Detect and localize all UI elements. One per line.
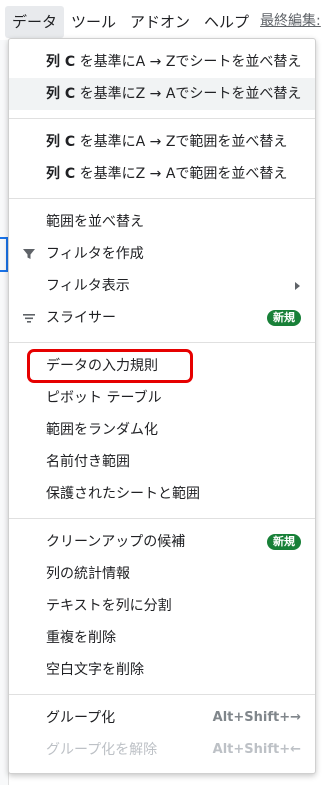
menu-item-sort-sheet-az[interactable]: 列 C を基準にA → Zでシートを並べ替え — [9, 46, 315, 78]
menu-item-label: 空白文字を削除 — [46, 662, 144, 678]
menu-item-sort-range-az[interactable]: 列 C を基準にA → Zで範囲を並べ替え — [9, 126, 315, 158]
menu-item-split-text[interactable]: テキストを列に分割 — [9, 590, 315, 622]
menu-separator — [9, 342, 315, 343]
menubar-help[interactable]: ヘルプ — [197, 6, 256, 38]
menu-item-label: 範囲を並べ替え — [46, 214, 144, 230]
menu-item-sort-sheet-za[interactable]: 列 C を基準にZ → Aでシートを並べ替え — [9, 78, 315, 110]
menu-separator — [9, 694, 315, 695]
menu-separator — [9, 518, 315, 519]
data-menu-dropdown: 列 C を基準にA → Zでシートを並べ替え 列 C を基準にZ → Aでシート… — [8, 38, 316, 774]
menu-item-protected-sheets[interactable]: 保護されたシートと範囲 — [9, 478, 315, 510]
menu-item-label: フィルタ表示 — [46, 278, 130, 294]
menu-item-label: 列 C を基準にZ → Aでシートを並べ替え — [46, 86, 302, 102]
menu-item-slicer[interactable]: スライサー 新規 — [9, 302, 315, 334]
menu-separator — [9, 198, 315, 199]
menu-item-sort-range[interactable]: 範囲を並べ替え — [9, 206, 315, 238]
menu-item-pivot-table[interactable]: ピボット テーブル — [9, 382, 315, 414]
menu-item-ungroup: グループ化を解除 Alt+Shift+← — [9, 734, 315, 766]
menu-item-remove-duplicates[interactable]: 重複を削除 — [9, 622, 315, 654]
menubar: データ ツール アドオン ヘルプ 最終編集: — [0, 0, 326, 40]
menu-item-label: クリーンアップの候補 — [46, 534, 186, 550]
highlight-box — [27, 349, 193, 383]
menu-item-label: グループ化を解除 — [46, 742, 158, 758]
new-badge: 新規 — [267, 534, 301, 550]
shortcut-label: Alt+Shift+→ — [212, 710, 301, 725]
menu-item-label: ピボット テーブル — [46, 390, 162, 406]
menu-item-create-filter[interactable]: フィルタを作成 — [9, 238, 315, 270]
menu-item-sort-range-za[interactable]: 列 C を基準にZ → Aで範囲を並べ替え — [9, 158, 315, 190]
menu-item-label: 範囲をランダム化 — [46, 422, 158, 438]
menu-item-trim-whitespace[interactable]: 空白文字を削除 — [9, 654, 315, 686]
submenu-arrow-icon — [295, 282, 300, 290]
menu-item-label: 列 C を基準にA → Zで範囲を並べ替え — [46, 134, 288, 150]
last-edit-link[interactable]: 最終編集: — [260, 10, 321, 30]
filter-icon — [23, 249, 35, 259]
menu-item-label: 名前付き範囲 — [46, 454, 130, 470]
menu-item-label: フィルタを作成 — [46, 246, 144, 262]
menu-item-named-ranges[interactable]: 名前付き範囲 — [9, 446, 315, 478]
page: データ ツール アドオン ヘルプ 最終編集: 列 C を基準にA → Zでシート… — [0, 0, 326, 785]
selected-cell-edge — [0, 237, 8, 272]
menu-item-cleanup-suggestions[interactable]: クリーンアップの候補 新規 — [9, 526, 315, 558]
menu-item-label: 保護されたシートと範囲 — [46, 486, 200, 502]
shortcut-label: Alt+Shift+← — [212, 742, 301, 757]
menu-separator — [9, 118, 315, 119]
menu-item-label: 列 C を基準にZ → Aで範囲を並べ替え — [46, 166, 288, 182]
new-badge: 新規 — [267, 310, 301, 326]
menu-item-group[interactable]: グループ化 Alt+Shift+→ — [9, 702, 315, 734]
menu-item-label: テキストを列に分割 — [46, 598, 172, 614]
menubar-tools[interactable]: ツール — [64, 6, 123, 38]
menu-item-randomize-range[interactable]: 範囲をランダム化 — [9, 414, 315, 446]
slicer-icon — [23, 314, 35, 323]
menu-item-label: 列 C を基準にA → Zでシートを並べ替え — [46, 54, 302, 70]
menu-item-label: 重複を削除 — [46, 630, 116, 646]
menu-item-label: グループ化 — [46, 710, 116, 726]
menu-item-label: 列の統計情報 — [46, 566, 130, 582]
menu-item-column-stats[interactable]: 列の統計情報 — [9, 558, 315, 590]
menubar-addons[interactable]: アドオン — [123, 6, 197, 38]
menubar-data[interactable]: データ — [5, 6, 65, 38]
menu-item-label: スライサー — [46, 310, 116, 326]
menu-item-filter-views[interactable]: フィルタ表示 — [9, 270, 315, 302]
